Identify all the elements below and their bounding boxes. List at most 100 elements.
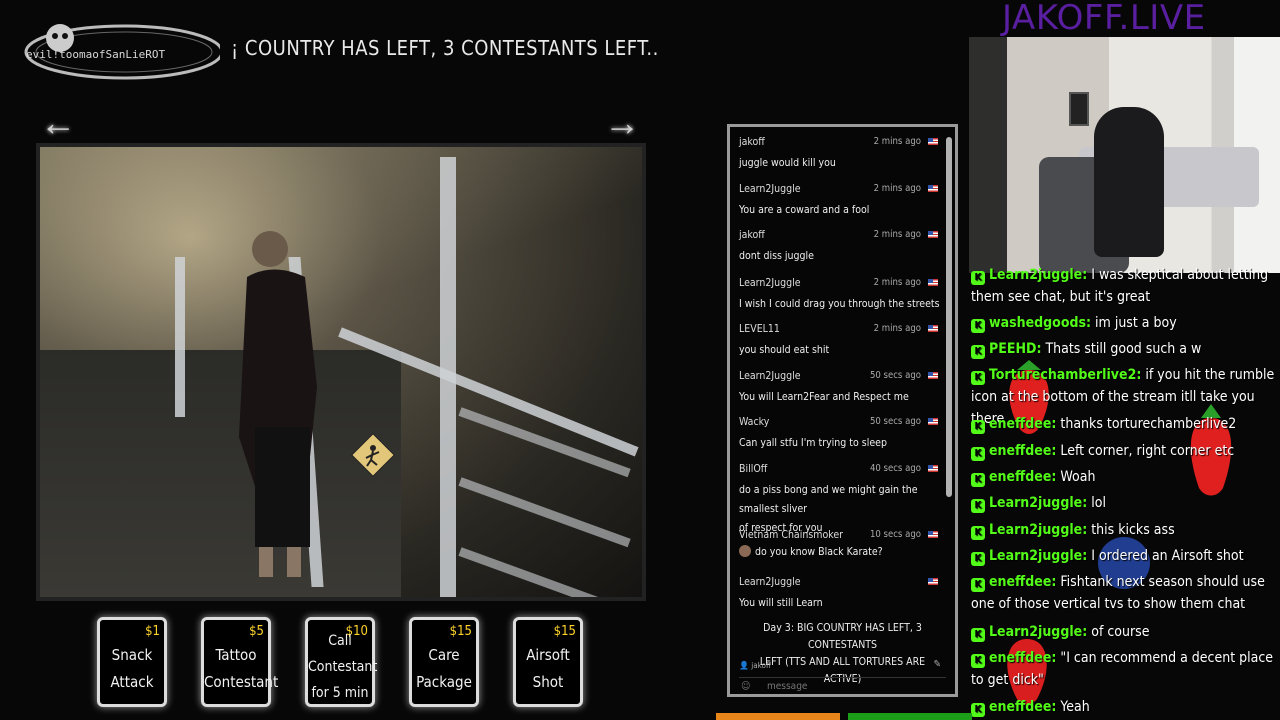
- arrow-right-icon[interactable]: →: [604, 105, 640, 141]
- chat-input-placeholder: message: [767, 681, 808, 692]
- chat-text: juggle would kill you: [739, 157, 836, 169]
- ticker-text: ¡ COUNTRY HAS LEFT, 3 CONTESTANTS LEFT..: [231, 36, 659, 60]
- chat-username[interactable]: Torturechamberlive2:: [989, 367, 1141, 383]
- chat-message: Vietnam Chainsmoker 10 secs ago do you k…: [739, 529, 941, 562]
- stream-chat-message: K Learn2juggle: I ordered an Airsoft shot: [971, 545, 1276, 567]
- stream-chat-message: Keneffdee: Yeah: [971, 696, 1276, 718]
- chat-username[interactable]: Learn2juggle:: [989, 267, 1087, 283]
- chat-username[interactable]: eneffdee:: [989, 699, 1056, 715]
- stream-chat-message: Kwashedgoods: im just a boy: [971, 312, 1276, 334]
- chat-username[interactable]: eneffdee:: [989, 443, 1056, 459]
- chat-username[interactable]: Learn2juggle:: [989, 522, 1087, 538]
- button-label-line2: Contestant: [204, 673, 279, 691]
- kick-badge-icon: K: [971, 319, 985, 333]
- curtain: [969, 37, 1007, 273]
- chat-text: do a piss bong and we might gain the sma…: [739, 484, 918, 515]
- kick-badge-icon: K: [971, 447, 985, 461]
- chat-message: Learn2Juggle You will still Learn: [739, 576, 941, 613]
- chat-timestamp: 2 mins ago: [873, 277, 921, 288]
- us-flag-icon: [928, 372, 938, 379]
- logo-text: evil!toomaofSanLieROT: [26, 48, 165, 61]
- chat-message: Learn2Juggle 2 mins ago I wish I could d…: [739, 277, 941, 314]
- call-contestant-button[interactable]: $10 Call Contestant for 5 min: [305, 617, 377, 707]
- kick-badge-icon: K: [971, 499, 985, 513]
- snack-attack-button[interactable]: $1 Snack Attack: [97, 617, 167, 707]
- chat-username[interactable]: eneffdee:: [989, 650, 1056, 666]
- chat-text: Can yall stfu I'm trying to sleep: [739, 437, 887, 449]
- us-flag-icon: [928, 138, 938, 145]
- chat-message-input[interactable]: ☺ message: [739, 677, 946, 696]
- kick-badge-icon: K: [971, 703, 985, 717]
- cam-stair-step: [458, 477, 631, 548]
- us-flag-icon: [928, 231, 938, 238]
- chat-text: Yeah: [1056, 699, 1090, 715]
- logo-graphic: evil!toomaofSanLieROT: [24, 24, 224, 80]
- chat-message: jakoff 2 mins ago dont diss juggle: [739, 229, 941, 266]
- chat-timestamp: 10 secs ago: [869, 529, 921, 540]
- chat-timestamp: 2 mins ago: [873, 229, 921, 240]
- chat-username[interactable]: eneffdee:: [989, 574, 1056, 590]
- chat-text: do you know Black Karate?: [755, 546, 883, 558]
- stream-chat-message: K Learn2juggle: lol: [971, 492, 1276, 514]
- chat-message: Learn2Juggle 50 secs ago You will Learn2…: [739, 370, 941, 407]
- site-logo[interactable]: evil!toomaofSanLieROT: [14, 14, 224, 84]
- care-package-button[interactable]: $15 Care Package: [409, 617, 479, 707]
- current-user-name: jakoff: [751, 661, 771, 670]
- stream-chat-message: K Learn2juggle: I was skeptical about let…: [971, 264, 1276, 308]
- stream-chat-message: Keneffdee: "I can recommend a decent pla…: [971, 647, 1276, 691]
- chat-timestamp: 2 mins ago: [873, 323, 921, 334]
- kick-badge-icon: K: [971, 526, 985, 540]
- chat-username[interactable]: Learn2juggle:: [989, 624, 1087, 640]
- arrow-left-icon[interactable]: ←: [40, 105, 76, 141]
- chat-text: thanks torturechamberlive2: [1056, 416, 1237, 432]
- chat-username[interactable]: eneffdee:: [989, 469, 1056, 485]
- chat-text: this kicks ass: [1087, 522, 1175, 538]
- chat-text: you should eat shit: [739, 344, 830, 356]
- kick-badge-icon: K: [971, 345, 985, 359]
- announcement-line1: Day 3: BIG COUNTRY HAS LEFT, 3 CONTESTAN…: [763, 622, 922, 651]
- button-label-line2: Package: [416, 673, 472, 691]
- chat-message: Wacky 50 secs ago Can yall stfu I'm tryi…: [739, 416, 941, 453]
- chat-message: jakoff 2 mins ago juggle would kill you: [739, 136, 941, 173]
- kick-badge-icon: K: [971, 271, 985, 285]
- us-flag-icon: [928, 185, 938, 192]
- person-silhouette: [239, 231, 317, 577]
- warning-sign-icon: [351, 433, 395, 477]
- chat-username[interactable]: washedgoods:: [989, 315, 1091, 331]
- tattoo-contestant-button[interactable]: $5 Tattoo Contestant: [201, 617, 278, 707]
- chat-text: I wish I could drag you through the stre…: [739, 298, 940, 310]
- chat-timestamp: 2 mins ago: [873, 136, 921, 147]
- airsoft-shot-button[interactable]: $15 Airsoft Shot: [513, 617, 583, 707]
- kick-badge-icon: K: [971, 578, 985, 592]
- chat-username[interactable]: Learn2juggle:: [989, 495, 1087, 511]
- button-label-line1: Snack: [111, 646, 153, 664]
- us-flag-icon: [928, 279, 938, 286]
- button-label-line2: Attack: [110, 673, 154, 691]
- kick-badge-icon: K: [971, 420, 985, 434]
- webcam-feed: [969, 37, 1280, 273]
- us-flag-icon: [928, 578, 938, 585]
- chat-message: LEVEL11 2 mins ago you should eat shit: [739, 323, 941, 360]
- chat-text: Woah: [1056, 469, 1096, 485]
- chat-scrollbar[interactable]: [946, 137, 952, 497]
- edit-icon[interactable]: ✎: [933, 659, 941, 670]
- price-label: $1: [145, 624, 160, 639]
- chat-username[interactable]: PEEHD:: [989, 341, 1041, 357]
- price-label: $15: [449, 624, 472, 639]
- emoji-icon[interactable]: ☺: [741, 681, 750, 692]
- stream-chat-message: Keneffdee: Woah: [971, 466, 1276, 488]
- us-flag-icon: [928, 531, 938, 538]
- chat-text: You will still Learn: [739, 597, 823, 609]
- stream-chat-message: K Learn2juggle: this kicks ass: [971, 519, 1276, 541]
- chat-username[interactable]: eneffdee:: [989, 416, 1056, 432]
- chat-text: of course: [1087, 624, 1150, 640]
- current-user: 👤 jakoff: [739, 661, 771, 670]
- chat-username[interactable]: Learn2Juggle: [739, 576, 941, 588]
- chat-message: Learn2Juggle 2 mins ago You are a coward…: [739, 183, 941, 220]
- stream-chat-message: Keneffdee: Fishtank next season should u…: [971, 571, 1276, 615]
- chat-timestamp: 40 secs ago: [869, 463, 921, 474]
- kick-badge-icon: K: [971, 628, 985, 642]
- button-label-line3: for 5 min: [311, 685, 369, 701]
- kick-badge-icon: K: [971, 473, 985, 487]
- chat-username[interactable]: Learn2juggle:: [989, 548, 1087, 564]
